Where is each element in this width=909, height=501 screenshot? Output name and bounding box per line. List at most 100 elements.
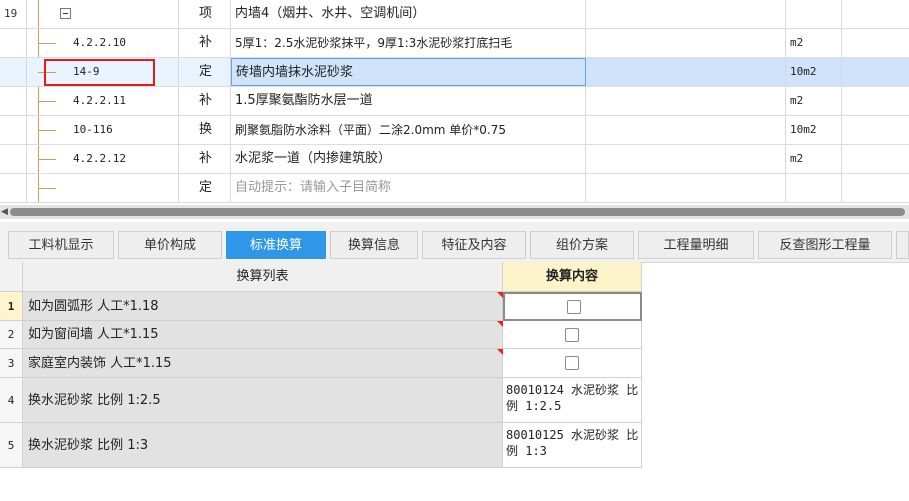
item-content[interactable]: 80010125 水泥砂浆 比例 1:3: [503, 423, 642, 468]
blank-cell[interactable]: [586, 174, 786, 202]
code-text: 4.2.2.11: [73, 94, 126, 107]
type-cell[interactable]: 换: [179, 116, 231, 144]
blank-cell[interactable]: [586, 87, 786, 115]
corner-cell: [0, 262, 23, 292]
code-cell[interactable]: 4.2.2.12: [27, 145, 179, 173]
blank-cell[interactable]: [586, 58, 786, 86]
blank-cell[interactable]: [586, 0, 786, 28]
unit-cell[interactable]: m2: [786, 29, 842, 57]
material-content: 80010125 水泥砂浆 比例 1:3: [506, 428, 639, 458]
tab-reverse-lookup[interactable]: 反查图形工程量: [758, 231, 892, 259]
row-number: [0, 29, 27, 57]
row-number: 19: [0, 0, 27, 28]
scroll-left-icon[interactable]: ◀: [1, 207, 8, 217]
horizontal-scrollbar[interactable]: ◀: [0, 205, 909, 219]
tab-pricing-scheme[interactable]: 组价方案: [530, 231, 634, 259]
blank-cell[interactable]: [842, 116, 909, 144]
table-row[interactable]: 4.2.2.11 补 1.5厚聚氨酯防水层一道 m2: [0, 87, 909, 116]
apply-checkbox[interactable]: [565, 356, 579, 370]
tab-quantity-detail[interactable]: 工程量明细: [638, 231, 754, 259]
name-cell[interactable]: 5厚1：2.5水泥砂浆抹平，9厚1:3水泥砂浆打底扫毛: [231, 29, 586, 57]
item-text: 如为圆弧形 人工*1.18: [23, 292, 503, 321]
tab-features[interactable]: 特征及内容: [422, 231, 526, 259]
unit-cell[interactable]: 10m2: [786, 58, 842, 86]
tree-branch: [38, 188, 56, 189]
blank-cell[interactable]: [586, 29, 786, 57]
tab-unit-price[interactable]: 单价构成: [118, 231, 222, 259]
conversion-table: 换算列表 换算内容 1 如为圆弧形 人工*1.18 2 如为窗间墙 人工*1.1…: [0, 262, 909, 501]
name-cell[interactable]: 内墙4（烟井、水井、空调机间）: [231, 0, 586, 28]
code-cell[interactable]: [27, 174, 179, 202]
list-item[interactable]: 5 换水泥砂浆 比例 1:3 80010125 水泥砂浆 比例 1:3: [0, 423, 642, 468]
blank-cell[interactable]: [842, 145, 909, 173]
item-content[interactable]: [503, 321, 642, 349]
code-cell[interactable]: 10-116: [27, 116, 179, 144]
tree-branch: [38, 43, 56, 44]
unit-cell[interactable]: [786, 0, 842, 28]
code-cell[interactable]: 4.2.2.10: [27, 29, 179, 57]
blank-cell[interactable]: [586, 116, 786, 144]
highlight-box: [44, 59, 155, 86]
row-number: [0, 58, 27, 86]
unit-cell[interactable]: 10m2: [786, 116, 842, 144]
item-content[interactable]: [503, 349, 642, 378]
apply-checkbox[interactable]: [567, 300, 581, 314]
item-text: 如为窗间墙 人工*1.15: [23, 321, 503, 349]
list-item[interactable]: 4 换水泥砂浆 比例 1:2.5 80010124 水泥砂浆 比例 1:2.5: [0, 378, 642, 423]
name-input-hint[interactable]: 自动提示：请输入子目简称: [231, 174, 586, 202]
unit-cell[interactable]: m2: [786, 87, 842, 115]
material-content: 80010124 水泥砂浆 比例 1:2.5: [506, 383, 639, 413]
header-conversion-list: 换算列表: [23, 262, 503, 292]
tab-overflow[interactable]: [896, 231, 909, 259]
item-number: 3: [0, 349, 23, 378]
table-row[interactable]: 4.2.2.10 补 5厚1：2.5水泥砂浆抹平，9厚1:3水泥砂浆打底扫毛 m…: [0, 29, 909, 58]
item-number: 4: [0, 378, 23, 423]
name-cell[interactable]: 水泥浆一道（内掺建筑胶）: [231, 145, 586, 173]
type-cell[interactable]: 补: [179, 29, 231, 57]
list-item[interactable]: 3 家庭室内装饰 人工*1.15: [0, 349, 642, 378]
item-content[interactable]: 80010124 水泥砂浆 比例 1:2.5: [503, 378, 642, 423]
tab-conversion-info[interactable]: 换算信息: [330, 231, 418, 259]
code-cell[interactable]: 4.2.2.11: [27, 87, 179, 115]
unit-cell[interactable]: [786, 174, 842, 202]
tree-branch: [38, 159, 56, 160]
tab-labor-material[interactable]: 工料机显示: [8, 231, 114, 259]
table-row[interactable]: 定 自动提示：请输入子目简称: [0, 174, 909, 203]
name-cell[interactable]: 刷聚氨脂防水涂料（平面）二涂2.0mm 单价*0.75: [231, 116, 586, 144]
blank-cell[interactable]: [842, 87, 909, 115]
type-cell[interactable]: 补: [179, 87, 231, 115]
apply-checkbox[interactable]: [565, 328, 579, 342]
item-text: 换水泥砂浆 比例 1:2.5: [23, 378, 503, 423]
list-item[interactable]: 1 如为圆弧形 人工*1.18: [0, 292, 642, 321]
type-cell[interactable]: 项: [179, 0, 231, 28]
blank-cell[interactable]: [842, 29, 909, 57]
list-item[interactable]: 2 如为窗间墙 人工*1.15: [0, 321, 642, 349]
blank-cell[interactable]: [842, 0, 909, 28]
type-cell[interactable]: 定: [179, 174, 231, 202]
table-row[interactable]: 4.2.2.12 补 水泥浆一道（内掺建筑胶） m2: [0, 145, 909, 174]
tree-branch: [38, 101, 56, 102]
row-number: [0, 145, 27, 173]
item-text: 家庭室内装饰 人工*1.15: [23, 349, 503, 378]
collapse-icon[interactable]: [60, 8, 71, 19]
item-content[interactable]: [503, 292, 642, 321]
item-number: 1: [0, 292, 23, 321]
tab-bar: 工料机显示 单价构成 标准换算 换算信息 特征及内容 组价方案 工程量明细 反查…: [0, 222, 909, 263]
name-cell[interactable]: 砖墙内墙抹水泥砂浆: [231, 58, 586, 86]
type-cell[interactable]: 补: [179, 145, 231, 173]
blank-cell[interactable]: [842, 174, 909, 202]
tree-branch: [38, 130, 56, 131]
scrollbar-thumb[interactable]: [10, 208, 905, 216]
unit-cell[interactable]: m2: [786, 145, 842, 173]
name-cell[interactable]: 1.5厚聚氨酯防水层一道: [231, 87, 586, 115]
tab-standard-conversion[interactable]: 标准换算: [226, 231, 326, 259]
code-cell[interactable]: [27, 0, 179, 28]
blank-cell[interactable]: [842, 58, 909, 86]
item-text: 换水泥砂浆 比例 1:3: [23, 423, 503, 468]
type-cell[interactable]: 定: [179, 58, 231, 86]
item-number: 5: [0, 423, 23, 468]
header-conversion-content: 换算内容: [503, 262, 642, 292]
table-row[interactable]: 19 项 内墙4（烟井、水井、空调机间）: [0, 0, 909, 29]
table-row[interactable]: 10-116 换 刷聚氨脂防水涂料（平面）二涂2.0mm 单价*0.75 10m…: [0, 116, 909, 145]
blank-cell[interactable]: [586, 145, 786, 173]
